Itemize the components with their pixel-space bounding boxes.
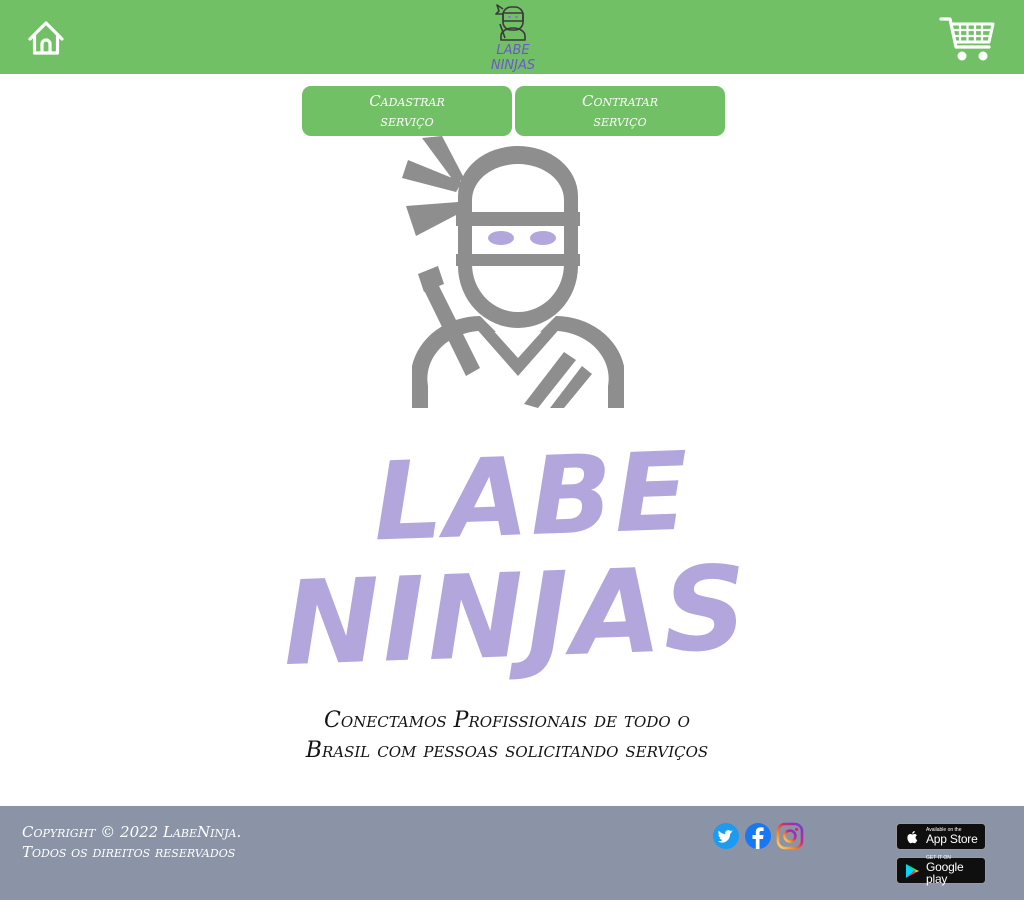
- page-footer: Copyright © 2022 LabeNinja. Todos os dir…: [0, 806, 1024, 900]
- register-service-button[interactable]: Cadastrar serviço: [302, 86, 512, 136]
- hero-wordmark-line2: NINJAS: [281, 541, 751, 680]
- hire-service-button[interactable]: Contratar serviço: [515, 86, 725, 136]
- home-icon: [28, 21, 64, 55]
- hero-tagline: Conectamos Profissionais de todo o Brasi…: [305, 708, 709, 763]
- copyright-line2: Todos os direitos reservados: [22, 843, 236, 861]
- hero-wordmark: LABE NINJAS: [276, 420, 756, 693]
- app-store-badge[interactable]: Available on the App Store: [896, 823, 986, 850]
- app-store-big-text: App Store: [926, 832, 978, 846]
- header-logo[interactable]: LABE NINJAS: [480, 2, 546, 73]
- google-play-badge[interactable]: GET IT ON Google play: [896, 856, 986, 886]
- google-play-icon: [906, 863, 919, 878]
- google-play-big-text: Google play: [926, 860, 964, 886]
- header-logo-line1: LABE: [496, 43, 530, 58]
- facebook-icon[interactable]: [744, 822, 772, 850]
- header-logo-line2: NINJAS: [491, 58, 535, 72]
- social-links: [712, 822, 804, 850]
- instagram-icon[interactable]: [776, 822, 804, 850]
- copyright-text: Copyright © 2022 LabeNinja. Todos os dir…: [22, 822, 322, 862]
- apple-icon: [907, 830, 918, 843]
- hero-ninja-illustration: [398, 136, 638, 412]
- top-header: LABE NINJAS: [0, 0, 1024, 74]
- twitter-icon[interactable]: [712, 822, 740, 850]
- copyright-line1: Copyright © 2022 LabeNinja.: [22, 823, 242, 841]
- home-button[interactable]: [26, 18, 66, 58]
- ninja-logo-icon: LABE NINJAS: [491, 4, 535, 73]
- shopping-cart-icon: [939, 17, 995, 61]
- ninja-icon: [402, 136, 624, 408]
- cart-button[interactable]: [938, 14, 996, 64]
